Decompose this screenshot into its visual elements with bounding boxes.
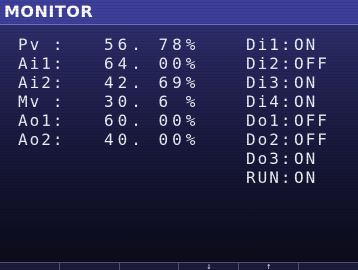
di3-label: Di3: — [246, 73, 293, 92]
title-bar: MONITOR — [0, 0, 358, 25]
mv-label: Mv : — [18, 92, 65, 111]
softkey-1[interactable] — [0, 263, 60, 270]
do2-label: Do2: — [246, 130, 293, 149]
di1-label: Di1: — [246, 35, 293, 54]
ai2-value: 42. 69% — [104, 73, 200, 92]
softkey-2[interactable] — [60, 263, 120, 270]
softkey-6[interactable] — [299, 263, 358, 270]
ao2-value: 40. 00% — [104, 130, 200, 149]
ao1-label: Ao1: — [18, 111, 65, 130]
down-arrow-softkey[interactable]: ↓ — [179, 263, 240, 270]
softkey-bar: ↓ ↑ — [0, 262, 358, 270]
do1-state: OFF — [294, 111, 329, 130]
monitor-screen: MONITOR Pv : 56. 78% Ai1: 64. 00% Ai2: 4… — [0, 0, 358, 270]
screen-title: MONITOR — [4, 2, 94, 21]
do2-state: OFF — [294, 130, 329, 149]
ai1-value: 64. 00% — [104, 54, 200, 73]
run-state: ON — [294, 168, 318, 187]
do3-state: ON — [294, 149, 318, 168]
pv-value: 56. 78% — [104, 35, 200, 54]
di2-label: Di2: — [246, 54, 293, 73]
do1-label: Do1: — [246, 111, 293, 130]
di2-state: OFF — [294, 54, 329, 73]
di4-label: Di4: — [246, 92, 293, 111]
di1-state: ON — [294, 35, 318, 54]
di3-state: ON — [294, 73, 318, 92]
softkey-3[interactable] — [120, 263, 180, 270]
run-label: RUN: — [246, 168, 293, 187]
di4-state: ON — [294, 92, 318, 111]
ai1-label: Ai1: — [18, 54, 65, 73]
up-arrow-softkey[interactable]: ↑ — [239, 263, 300, 270]
ao2-label: Ao2: — [18, 130, 65, 149]
ao1-value: 60. 00% — [104, 111, 200, 130]
do3-label: Do3: — [246, 149, 293, 168]
ai2-label: Ai2: — [18, 73, 65, 92]
pv-label: Pv : — [18, 35, 65, 54]
mv-value: 30. 6 % — [104, 92, 200, 111]
